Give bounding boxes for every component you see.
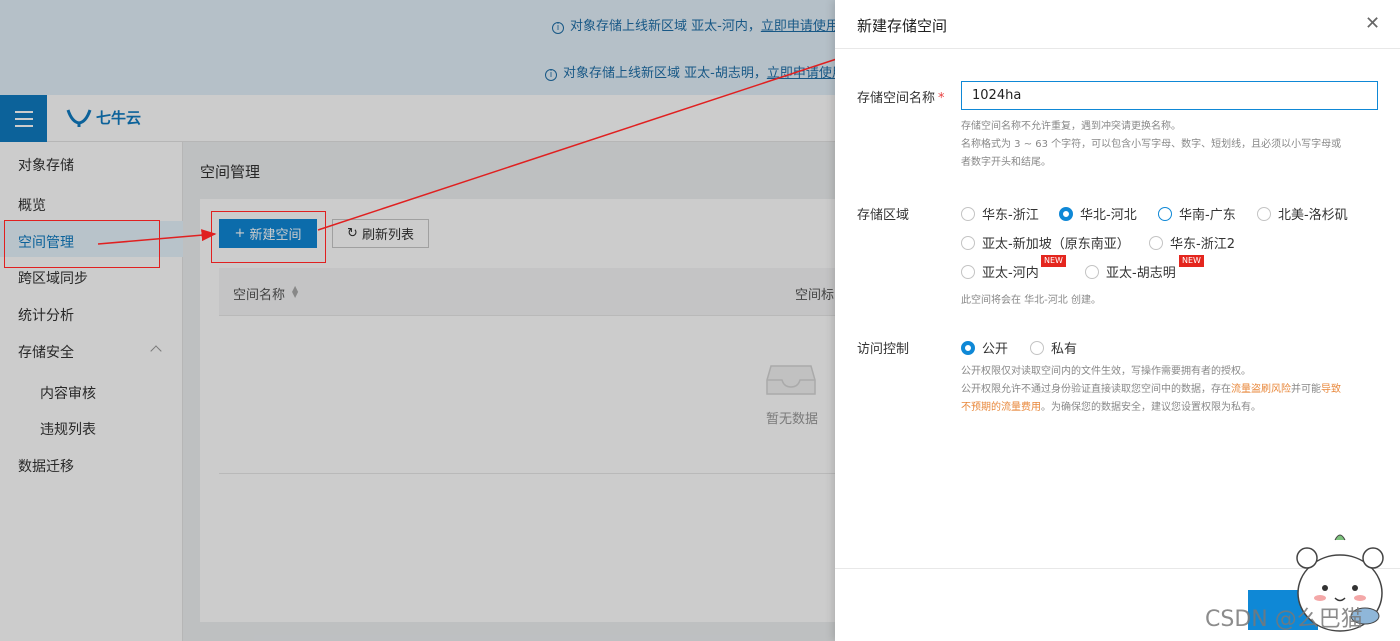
required-mark: * — [938, 91, 945, 106]
region-radio-north-hebei[interactable]: 华北-河北 — [1059, 204, 1137, 223]
unexpected-traffic-cost-link[interactable]: 不预期的流量费用 — [961, 402, 1041, 413]
annotation-box-sidebar — [4, 220, 160, 268]
storage-region-label: 存储区域 — [857, 208, 910, 223]
csdn-watermark: CSDN @么巴猫 — [1205, 607, 1363, 632]
region-radio-na-los-angeles[interactable]: 北美-洛杉矶 — [1257, 204, 1348, 223]
close-icon[interactable]: ✕ — [1365, 14, 1380, 34]
region-radio-east-zhejiang2[interactable]: 华东-浙江2 — [1149, 233, 1235, 252]
bucket-name-label: 存储空间名称 * — [857, 91, 945, 106]
bucket-name-input[interactable] — [961, 81, 1378, 110]
traffic-theft-risk-link[interactable]: 流量盗刷风险 — [1231, 384, 1291, 395]
drawer-header: 新建存储空间 ✕ — [835, 0, 1400, 49]
modal-overlay[interactable] — [0, 0, 835, 641]
region-radio-east-zhejiang[interactable]: 华东-浙江 — [961, 204, 1039, 223]
drawer-title: 新建存储空间 — [857, 17, 948, 35]
access-hint: 公开权限仅对读取空间内的文件生效，写操作需要拥有者的授权。 公开权限允许不通过身… — [961, 366, 1341, 413]
bucket-name-hint: 存储空间名称不允许重复，遇到冲突请更换名称。 名称格式为 3 ~ 63 个字符，… — [961, 121, 1342, 168]
new-badge-hochiminh: NEW — [1179, 255, 1204, 267]
access-radio-public[interactable]: 公开 — [961, 338, 1008, 357]
region-radio-ap-hanoi[interactable]: 亚太-河内 — [961, 262, 1039, 281]
region-radio-ap-hochiminh[interactable]: 亚太-胡志明 — [1085, 262, 1176, 281]
region-radio-ap-singapore[interactable]: 亚太-新加坡（原东南亚） — [961, 233, 1130, 252]
access-radio-private[interactable]: 私有 — [1030, 338, 1077, 357]
access-control-label: 访问控制 — [857, 342, 910, 357]
new-badge-hanoi: NEW — [1041, 255, 1066, 267]
annotation-box-new-button — [211, 211, 326, 263]
region-hint: 此空间将会在 华北-河北 创建。 — [961, 295, 1101, 306]
region-radio-south-guangdong[interactable]: 华南-广东 — [1158, 204, 1236, 223]
